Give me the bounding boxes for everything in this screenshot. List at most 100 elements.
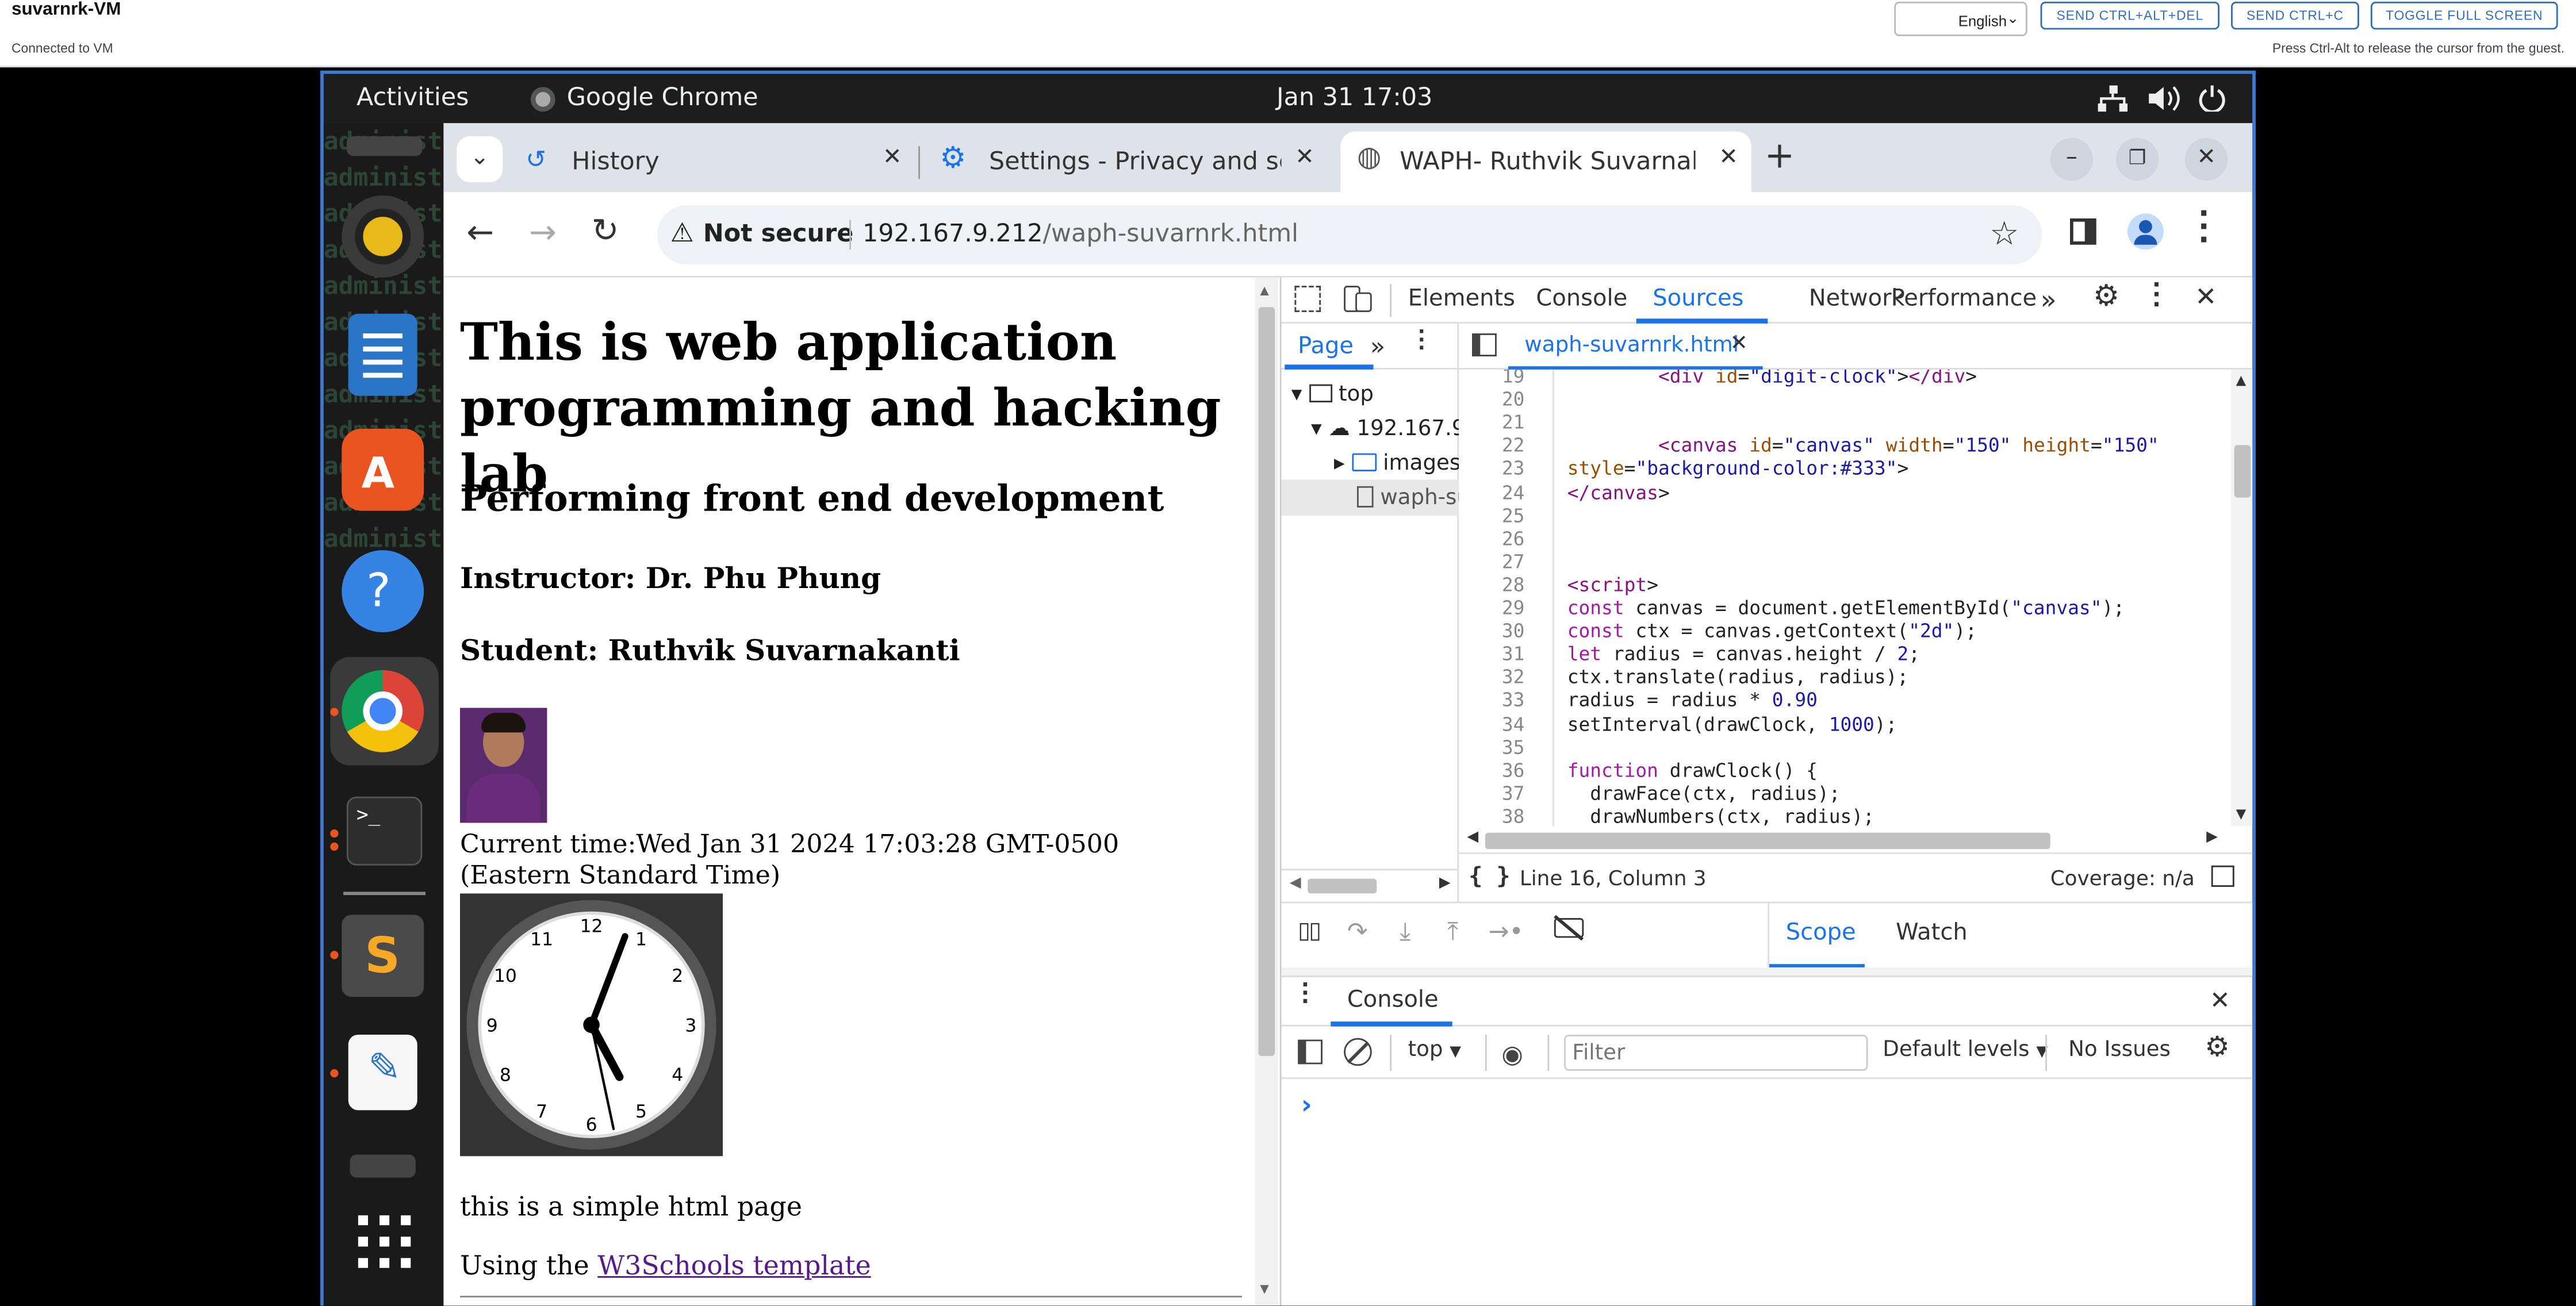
forward-arrow-icon[interactable]: → <box>529 212 557 252</box>
code-view[interactable]: 19 <div id="digit-clock"></div> 20 21 22 <c… <box>1459 369 2231 827</box>
inspect-element-icon[interactable] <box>1294 286 1321 312</box>
profile-avatar-icon[interactable] <box>2128 213 2164 250</box>
text-editor-icon[interactable]: ✎ <box>348 1035 417 1111</box>
scroll-right-icon[interactable]: ▶ <box>2206 829 2218 846</box>
line-number[interactable]: 28 <box>1459 573 1525 596</box>
minimize-button[interactable]: – <box>2050 138 2093 181</box>
libreoffice-writer-icon[interactable] <box>348 313 417 396</box>
network-icon[interactable] <box>2098 85 2128 112</box>
pause-icon[interactable]: ▯▯ <box>1298 918 1321 944</box>
scrollbar-thumb[interactable] <box>1258 307 1275 1057</box>
context-select[interactable]: top ▼ <box>1408 1038 1462 1063</box>
line-number[interactable]: 20 <box>1459 388 1525 411</box>
scrollbar-thumb[interactable] <box>2234 445 2251 498</box>
close-tab-icon[interactable]: ✕ <box>1719 144 1738 171</box>
console-filter-input[interactable] <box>1564 1035 1868 1071</box>
side-panel-icon[interactable] <box>2070 218 2096 245</box>
line-number[interactable]: 29 <box>1459 596 1525 619</box>
volume-icon[interactable] <box>2147 86 2180 112</box>
tree-host[interactable]: ▾ ☁ 192.167.9.212 <box>1311 417 1459 442</box>
power-icon[interactable] <box>2198 84 2226 112</box>
gear-icon[interactable]: ⚙ <box>2093 279 2119 314</box>
tab-elements[interactable]: Elements <box>1408 286 1515 312</box>
scope-tab[interactable]: Scope <box>1786 920 1856 946</box>
url-text[interactable]: 192.167.9.212/waph-suvarnrk.html <box>862 218 1298 248</box>
google-chrome-icon[interactable] <box>342 670 424 752</box>
close-window-button[interactable]: ✕ <box>2185 138 2228 181</box>
tab-settings[interactable]: ⚙ Settings - Privacy and security ✕ <box>933 132 1328 193</box>
pretty-print-icon[interactable]: { } <box>1469 864 1510 890</box>
editor-hscroll[interactable]: ◀ ▶ <box>1459 826 2231 852</box>
line-number[interactable]: 33 <box>1459 689 1525 712</box>
line-number[interactable]: 26 <box>1459 527 1525 550</box>
scrollbar-thumb[interactable] <box>1308 878 1377 894</box>
more-tabs-icon[interactable]: » <box>2041 284 2057 315</box>
console-settings-gear-icon[interactable]: ⚙ <box>2205 1031 2230 1064</box>
console-drawer-tab[interactable]: Console <box>1347 987 1439 1013</box>
line-number[interactable]: 24 <box>1459 481 1525 504</box>
devtools-menu-icon[interactable]: · · · <box>2152 274 2161 317</box>
tab-performance[interactable]: Performance <box>1891 286 2037 312</box>
tab-console[interactable]: Console <box>1536 286 1627 312</box>
scroll-left-icon[interactable]: ◀ <box>1290 875 1301 892</box>
omnibox[interactable]: ⚠ Not secure 192.167.9.212/waph-suvarnrk… <box>657 205 2042 264</box>
line-number[interactable]: 36 <box>1459 758 1525 781</box>
close-tab-icon[interactable]: ✕ <box>1295 144 1314 171</box>
coverage-status[interactable]: Coverage: n/a <box>2050 866 2195 890</box>
tree-images-folder[interactable]: ▸ images <box>1334 452 1459 477</box>
tab-history[interactable]: ↺ History ✕ <box>516 132 915 193</box>
guest-desktop[interactable]: Activities Google Chrome Jan 31 17:03 ad… <box>320 70 2256 1306</box>
maximize-button[interactable]: ❐ <box>2116 138 2159 181</box>
app-menu[interactable]: Google Chrome <box>567 82 758 112</box>
step-icon[interactable]: →• <box>1489 916 1524 946</box>
new-tab-button[interactable]: + <box>1765 136 1795 177</box>
line-number[interactable]: 31 <box>1459 643 1525 666</box>
terminal-icon[interactable]: >_ <box>346 796 423 866</box>
line-number[interactable]: 38 <box>1459 805 1525 826</box>
language-select[interactable]: English ⌄ <box>1894 1 2027 36</box>
editor-vscroll[interactable]: ▲ ▼ <box>2231 369 2253 827</box>
rhythmbox-icon[interactable] <box>342 195 424 278</box>
line-number[interactable]: 21 <box>1459 411 1525 434</box>
issues-counter[interactable]: No Issues <box>2068 1038 2171 1063</box>
chrome-menu-icon[interactable]: · · · <box>2198 199 2210 255</box>
app-center-icon[interactable]: A <box>342 428 424 511</box>
show-apps-icon[interactable] <box>356 1213 412 1269</box>
watch-tab[interactable]: Watch <box>1896 920 1968 946</box>
console-output[interactable]: › <box>1282 1079 2253 1305</box>
navigator-menu-icon[interactable]: · · · <box>1418 322 1425 358</box>
tab-waph[interactable]: ◍ WAPH- Ruthvik Suvarnakanti ✕ <box>1340 131 1751 193</box>
drawer-menu-icon[interactable]: · · · <box>1301 975 1309 1013</box>
scroll-up-icon[interactable]: ▲ <box>2236 373 2247 388</box>
activities-button[interactable]: Activities <box>356 82 469 112</box>
line-number[interactable]: 35 <box>1459 735 1525 758</box>
close-tab-icon[interactable]: ✕ <box>883 144 902 171</box>
navigator-hscroll[interactable]: ◀ ▶ <box>1281 869 1459 901</box>
line-number[interactable]: 30 <box>1459 619 1525 642</box>
toggle-navigator-icon[interactable] <box>1472 333 1497 356</box>
scrollbar-thumb[interactable] <box>1485 832 2050 850</box>
log-levels-select[interactable]: Default levels ▼ <box>1883 1038 2048 1063</box>
close-drawer-icon[interactable]: ✕ <box>2210 985 2230 1015</box>
help-icon[interactable]: ? <box>342 550 424 632</box>
line-number[interactable]: 19 <box>1459 370 1525 387</box>
live-expression-eye-icon[interactable]: ◉ <box>1501 1040 1523 1069</box>
bookmark-star-icon[interactable]: ☆ <box>1989 213 2019 253</box>
navigator-tab-page[interactable]: Page <box>1298 333 1354 360</box>
line-number[interactable]: 22 <box>1459 434 1525 457</box>
scroll-up-icon[interactable]: ▲ <box>1260 284 1268 297</box>
dock-item-partial[interactable] <box>350 1154 416 1178</box>
send-ctrl-c-button[interactable]: SEND CTRL+C <box>2231 1 2359 30</box>
tree-file[interactable]: waph-suvarnrk.html <box>1357 486 1459 511</box>
page-scrollbar[interactable]: ▲ ▼ <box>1255 277 1278 1306</box>
tree-top[interactable]: ▾ top <box>1291 383 1374 408</box>
line-number[interactable]: 37 <box>1459 781 1525 804</box>
tab-sources[interactable]: Sources <box>1653 286 1743 312</box>
close-devtools-icon[interactable]: ✕ <box>2195 281 2217 312</box>
step-into-icon[interactable]: ⤓ <box>1400 916 1410 946</box>
line-number[interactable]: 25 <box>1459 504 1525 527</box>
send-ctrl-alt-del-button[interactable]: SEND CTRL+ALT+DEL <box>2040 1 2220 30</box>
w3schools-link[interactable]: W3Schools template <box>597 1250 871 1281</box>
scroll-down-icon[interactable]: ▼ <box>2236 806 2247 821</box>
line-number[interactable]: 27 <box>1459 550 1525 573</box>
